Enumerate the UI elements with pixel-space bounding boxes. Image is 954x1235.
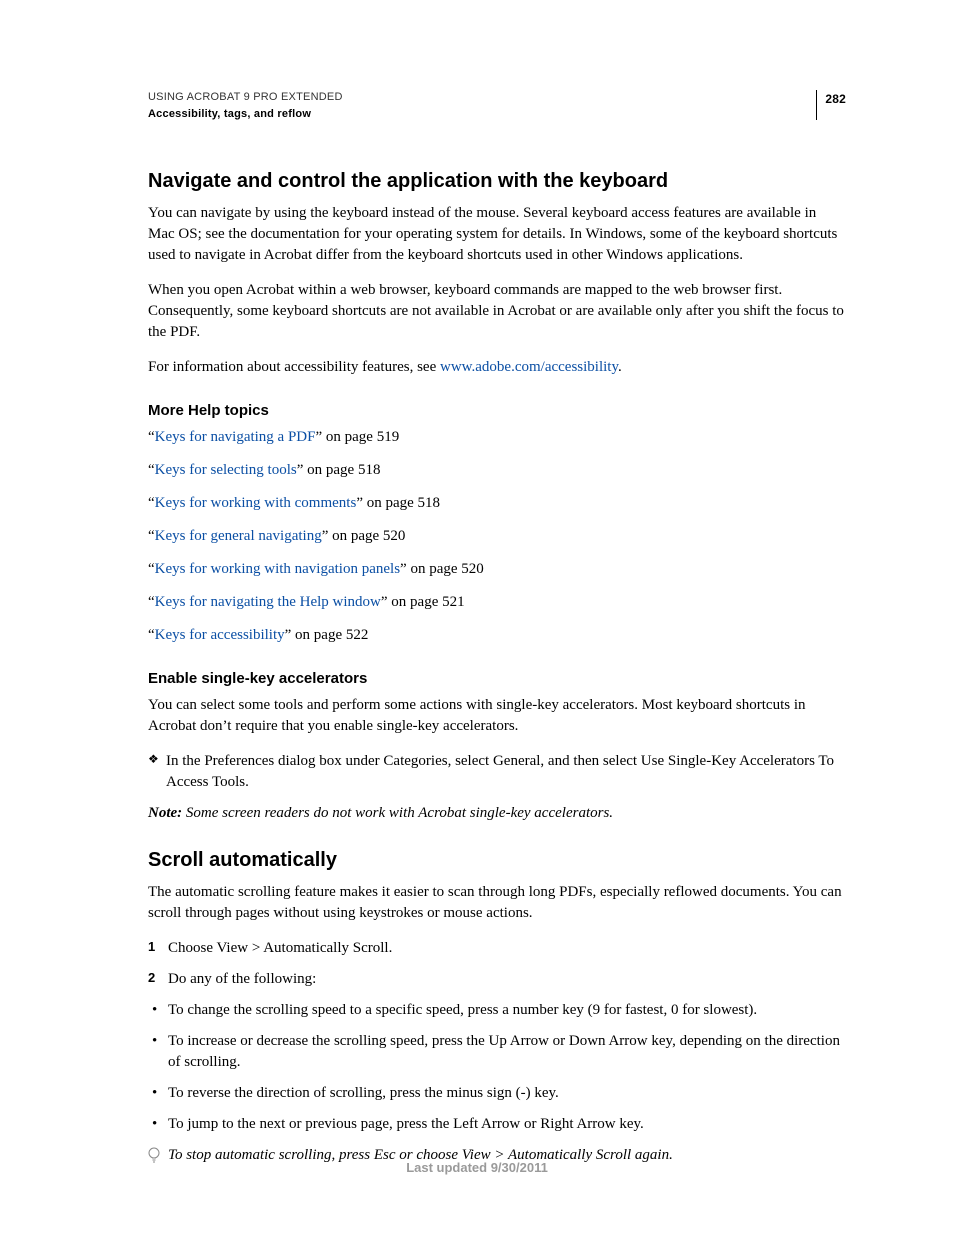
heading-more-help: More Help topics (148, 400, 846, 421)
text: ” on page 519 (315, 429, 399, 445)
help-topic: “Keys for working with navigation panels… (148, 559, 846, 580)
text: ” on page 518 (356, 495, 440, 511)
help-topic: “Keys for accessibility” on page 522 (148, 625, 846, 646)
note-body: Some screen readers do not work with Acr… (182, 805, 613, 821)
paragraph: When you open Acrobat within a web brows… (148, 280, 846, 343)
page-number: 282 (816, 90, 846, 120)
paragraph: You can navigate by using the keyboard i… (148, 203, 846, 266)
step: Do any of the following: (148, 969, 846, 990)
text: ” on page 521 (381, 594, 465, 610)
text: ” on page 522 (285, 627, 369, 643)
header-product: USING ACROBAT 9 PRO EXTENDED (148, 90, 343, 105)
heading-navigate-keyboard: Navigate and control the application wit… (148, 167, 846, 195)
link-keys-comments[interactable]: Keys for working with comments (155, 495, 357, 511)
procedure-step: In the Preferences dialog box under Cate… (148, 751, 846, 793)
link-keys-accessibility[interactable]: Keys for accessibility (155, 627, 285, 643)
text: ” on page 520 (322, 528, 406, 544)
link-keys-navigating-pdf[interactable]: Keys for navigating a PDF (155, 429, 316, 445)
help-topic: “Keys for selecting tools” on page 518 (148, 460, 846, 481)
bullet-list: To change the scrolling speed to a speci… (148, 1000, 846, 1135)
text: ” on page 518 (297, 462, 381, 478)
text: . (618, 359, 622, 375)
help-topic: “Keys for general navigating” on page 52… (148, 526, 846, 547)
link-keys-general-navigating[interactable]: Keys for general navigating (155, 528, 322, 544)
list-item: To change the scrolling speed to a speci… (148, 1000, 846, 1021)
note: Note: Some screen readers do not work wi… (148, 803, 846, 824)
heading-single-key-accelerators: Enable single-key accelerators (148, 668, 846, 689)
paragraph: You can select some tools and perform so… (148, 695, 846, 737)
link-keys-selecting-tools[interactable]: Keys for selecting tools (155, 462, 297, 478)
text: ” on page 520 (400, 561, 484, 577)
heading-scroll-automatically: Scroll automatically (148, 846, 846, 874)
help-topic: “Keys for navigating a PDF” on page 519 (148, 427, 846, 448)
header-section: Accessibility, tags, and reflow (148, 107, 343, 122)
text: For information about accessibility feat… (148, 359, 440, 375)
help-topic: “Keys for working with comments” on page… (148, 493, 846, 514)
list-item: To reverse the direction of scrolling, p… (148, 1083, 846, 1104)
page: USING ACROBAT 9 PRO EXTENDED Accessibili… (0, 0, 954, 1235)
list-item: To jump to the next or previous page, pr… (148, 1114, 846, 1135)
step: Choose View > Automatically Scroll. (148, 938, 846, 959)
paragraph: For information about accessibility feat… (148, 357, 846, 378)
paragraph: The automatic scrolling feature makes it… (148, 882, 846, 924)
link-keys-navigation-panels[interactable]: Keys for working with navigation panels (155, 561, 400, 577)
header-left: USING ACROBAT 9 PRO EXTENDED Accessibili… (148, 90, 343, 123)
note-label: Note: (148, 805, 182, 821)
running-header: USING ACROBAT 9 PRO EXTENDED Accessibili… (148, 90, 846, 123)
link-keys-help-window[interactable]: Keys for navigating the Help window (155, 594, 381, 610)
footer-last-updated: Last updated 9/30/2011 (0, 1159, 954, 1177)
numbered-steps: Choose View > Automatically Scroll. Do a… (148, 938, 846, 990)
help-topic: “Keys for navigating the Help window” on… (148, 592, 846, 613)
link-accessibility-url[interactable]: www.adobe.com/accessibility (440, 359, 618, 375)
list-item: To increase or decrease the scrolling sp… (148, 1031, 846, 1073)
